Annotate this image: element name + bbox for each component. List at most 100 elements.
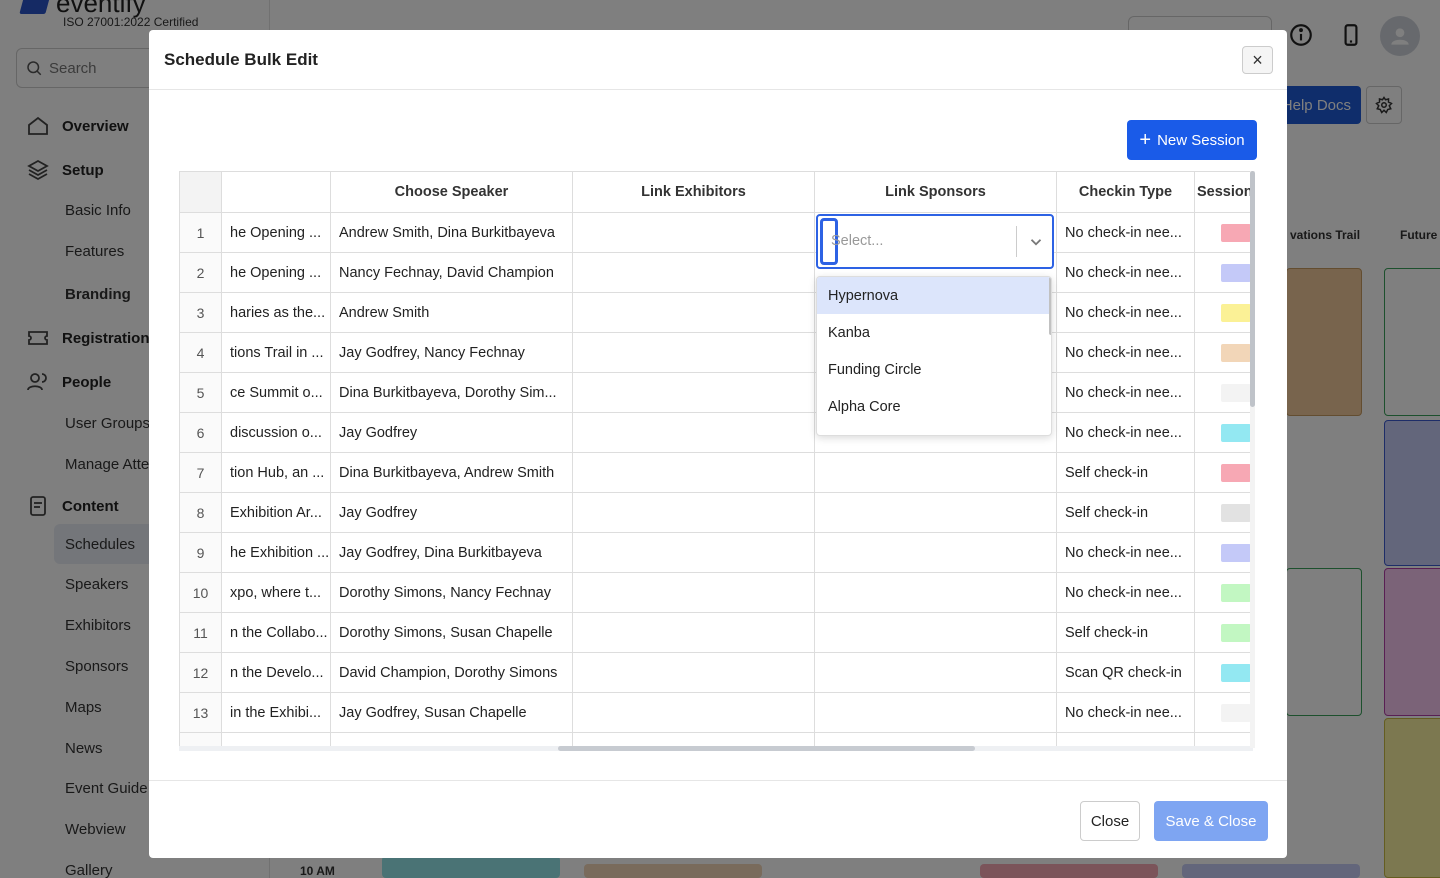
cell-session-color[interactable] (1195, 253, 1253, 293)
close-button[interactable]: Close (1080, 801, 1140, 841)
cell-session-color[interactable] (1195, 573, 1253, 613)
column-header-speaker[interactable]: Choose Speaker (331, 171, 573, 213)
cell-sponsors[interactable] (815, 493, 1057, 533)
cell-exhibitors[interactable] (573, 613, 815, 653)
close-icon-button[interactable]: × (1242, 46, 1273, 74)
cell-exhibitors[interactable] (573, 533, 815, 573)
menu-scrollbar[interactable] (1049, 277, 1051, 335)
session-color-swatch[interactable] (1221, 463, 1251, 482)
cell-speaker[interactable]: Andrew Smith (331, 293, 573, 333)
cell-checkin[interactable]: No check-in nee... (1057, 573, 1195, 613)
cell-exhibitors[interactable] (573, 693, 815, 733)
cell-exhibitors[interactable] (573, 213, 815, 253)
cell-speaker[interactable]: Andrew Smith, Dina Burkitbayeva (331, 213, 573, 253)
cell-description[interactable]: n the Collabo... (222, 613, 331, 653)
cell-speaker[interactable]: Jay Godfrey, Nancy Fechnay (331, 333, 573, 373)
cell-checkin[interactable]: No check-in nee... (1057, 533, 1195, 573)
cell-exhibitors[interactable] (573, 373, 815, 413)
cell-checkin[interactable]: Self check-in (1057, 453, 1195, 493)
cell-session-color[interactable] (1195, 333, 1253, 373)
cell-checkin[interactable]: No check-in nee... (1057, 253, 1195, 293)
row-number[interactable]: 4 (179, 333, 222, 373)
option-item[interactable]: Alpha Core (817, 388, 1051, 425)
cell-exhibitors[interactable] (573, 333, 815, 373)
option-item[interactable]: Kanba (817, 314, 1051, 351)
cell-exhibitors[interactable] (573, 413, 815, 453)
cell-description[interactable]: he Opening ... (222, 213, 331, 253)
cell-session-color[interactable] (1195, 493, 1253, 533)
session-color-swatch[interactable] (1221, 503, 1251, 522)
cell-description[interactable]: ce Summit o... (222, 373, 331, 413)
cell-description[interactable]: in the Exhibi... (222, 693, 331, 733)
row-number[interactable]: 11 (179, 613, 222, 653)
cell-speaker[interactable]: David Champion, Dorothy Simons (331, 653, 573, 693)
cell-checkin[interactable]: Self check-in (1057, 613, 1195, 653)
cell-description[interactable]: tion Hub, an ... (222, 453, 331, 493)
row-number[interactable]: 8 (179, 493, 222, 533)
cell-description[interactable]: he Opening ... (222, 253, 331, 293)
row-number[interactable]: 5 (179, 373, 222, 413)
sponsor-select[interactable]: Select... (816, 214, 1054, 269)
cell-session-color[interactable] (1195, 613, 1253, 653)
cell-session-color[interactable] (1195, 693, 1253, 733)
cell-speaker[interactable]: Jay Godfrey (331, 413, 573, 453)
cell-description[interactable]: xpo, where t... (222, 573, 331, 613)
row-number[interactable]: 1 (179, 213, 222, 253)
cell-session-color[interactable] (1195, 293, 1253, 333)
cell-description[interactable]: haries as the... (222, 293, 331, 333)
row-number[interactable]: 3 (179, 293, 222, 333)
horizontal-scrollbar-thumb[interactable] (558, 746, 975, 751)
cell-speaker[interactable]: Dina Burkitbayeva, Dorothy Sim... (331, 373, 573, 413)
vertical-scrollbar-thumb[interactable] (1250, 171, 1255, 407)
cell-exhibitors[interactable] (573, 493, 815, 533)
cell-session-color[interactable] (1195, 453, 1253, 493)
cell-checkin[interactable]: Scan QR check-in (1057, 653, 1195, 693)
cell-description[interactable]: discussion o... (222, 413, 331, 453)
row-number[interactable]: 13 (179, 693, 222, 733)
cell-exhibitors[interactable] (573, 453, 815, 493)
cell-description[interactable]: Exhibition Ar... (222, 493, 331, 533)
session-color-swatch[interactable] (1221, 623, 1251, 642)
option-item[interactable]: Hypernova (817, 277, 1051, 314)
session-color-swatch[interactable] (1221, 663, 1251, 682)
cell-session-color[interactable] (1195, 373, 1253, 413)
cell-sponsors[interactable] (815, 533, 1057, 573)
cell-exhibitors[interactable] (573, 573, 815, 613)
row-number[interactable]: 2 (179, 253, 222, 293)
column-header-sponsors[interactable]: Link Sponsors (815, 171, 1057, 213)
cell-session-color[interactable] (1195, 213, 1253, 253)
row-number[interactable]: 10 (179, 573, 222, 613)
cell-sponsors[interactable] (815, 653, 1057, 693)
option-item[interactable]: Funding Circle (817, 351, 1051, 388)
cell-speaker[interactable]: Jay Godfrey, Dina Burkitbayeva (331, 533, 573, 573)
session-color-swatch[interactable] (1221, 303, 1251, 322)
column-header-session[interactable]: Session (1195, 171, 1253, 213)
cell-description[interactable]: he Exhibition ... (222, 533, 331, 573)
cell-checkin[interactable]: No check-in nee... (1057, 693, 1195, 733)
column-header-checkin[interactable]: Checkin Type (1057, 171, 1195, 213)
cell-sponsors[interactable] (815, 613, 1057, 653)
row-number[interactable]: 7 (179, 453, 222, 493)
column-header-description[interactable] (222, 171, 331, 213)
cell-exhibitors[interactable] (573, 653, 815, 693)
cell-exhibitors[interactable] (573, 253, 815, 293)
session-color-swatch[interactable] (1221, 223, 1251, 242)
cell-speaker[interactable]: Dorothy Simons, Nancy Fechnay (331, 573, 573, 613)
cell-sponsors[interactable] (815, 573, 1057, 613)
session-color-swatch[interactable] (1221, 543, 1251, 562)
cell-checkin[interactable]: No check-in nee... (1057, 413, 1195, 453)
cell-exhibitors[interactable] (573, 293, 815, 333)
row-number[interactable]: 12 (179, 653, 222, 693)
chevron-down-icon[interactable] (1027, 233, 1045, 251)
session-color-swatch[interactable] (1221, 343, 1251, 362)
cell-speaker[interactable]: Jay Godfrey (331, 493, 573, 533)
cell-speaker[interactable]: Dina Burkitbayeva, Andrew Smith (331, 453, 573, 493)
cell-session-color[interactable] (1195, 533, 1253, 573)
cell-description[interactable]: tions Trail in ... (222, 333, 331, 373)
cell-speaker[interactable]: Jay Godfrey, Susan Chapelle (331, 693, 573, 733)
cell-speaker[interactable]: Dorothy Simons, Susan Chapelle (331, 613, 573, 653)
new-session-button[interactable]: + New Session (1127, 120, 1257, 160)
column-header-exhibitors[interactable]: Link Exhibitors (573, 171, 815, 213)
cell-checkin[interactable]: No check-in nee... (1057, 213, 1195, 253)
cell-description[interactable]: n the Develo... (222, 653, 331, 693)
